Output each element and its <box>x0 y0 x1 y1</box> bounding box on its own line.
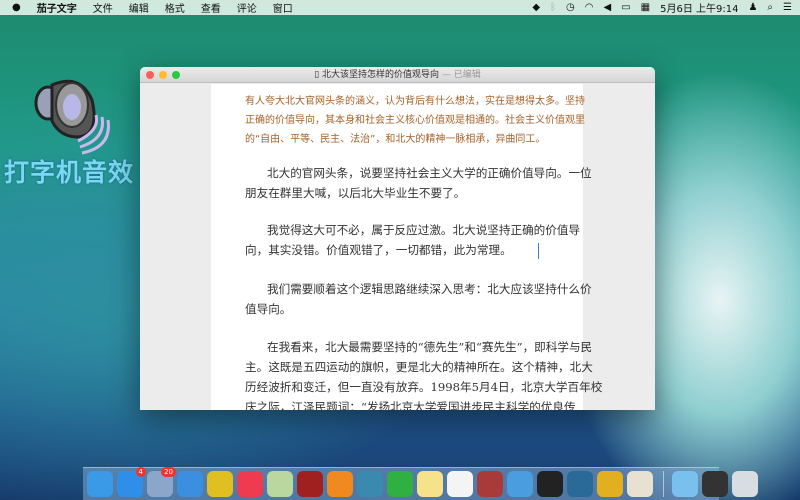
menu-bar: ● 茄子文字 文件 编辑 格式 查看 评论 窗口 ◆ ᛒ ◷ ◠ ◀ ▭ ▦ 5… <box>0 0 800 15</box>
dock-reminders-icon[interactable] <box>447 471 473 497</box>
text-line: 朋友在群里大喊，以后北大毕业生不要了。 <box>245 186 466 200</box>
menu-edit[interactable]: 编辑 <box>121 0 157 15</box>
dock-safari-icon[interactable] <box>177 471 203 497</box>
dock-dictionary-icon[interactable] <box>477 471 503 497</box>
evernote-icon[interactable]: ◆ <box>532 2 540 13</box>
paragraph: 在我看来，北大最需要坚持的“德先生”和“赛先生”，即科学与民 主。这既是五四运动… <box>245 337 603 410</box>
dock-evernote-icon[interactable] <box>387 471 413 497</box>
dock-stacks-icon[interactable] <box>702 471 728 497</box>
text-line: 值导向。 <box>245 302 292 316</box>
text-line: 正确的价值导向，其本身和社会主义核心价值观是相通的。社会主义价值观里 <box>245 115 585 126</box>
dock-xcode-icon[interactable] <box>507 471 533 497</box>
dock-terminal-icon[interactable] <box>537 471 563 497</box>
text-line: 在我看来，北大最需要坚持的“德先生”和“赛先生”，即科学与民 <box>267 340 593 354</box>
text-line: 我们需要顺着这个逻辑思路继续深入思考：北大应该坚持什么价 <box>267 282 592 296</box>
dock-maps-icon[interactable] <box>267 471 293 497</box>
title-bar[interactable]: ▯ 北大该坚持怎样的价值观导向 — 已编辑 <box>140 67 655 83</box>
dock-trash-icon[interactable] <box>732 471 758 497</box>
menu-file[interactable]: 文件 <box>85 0 121 15</box>
wifi-icon[interactable]: ◠ <box>585 2 594 13</box>
text-line: 庆之际，江泽民题词：“发扬北京大学爱国进步民主科学的优良传 <box>245 400 576 410</box>
bluetooth-icon[interactable]: ᛒ <box>550 2 556 13</box>
dock-script-editor-icon[interactable] <box>627 471 653 497</box>
menu-app[interactable]: 茄子文字 <box>29 0 85 15</box>
user-icon[interactable]: ♟ <box>748 2 757 13</box>
dock-finder-icon[interactable] <box>87 471 113 497</box>
document-icon: ▯ <box>314 70 323 80</box>
menu-view[interactable]: 查看 <box>193 0 229 15</box>
dock-itunes-icon[interactable] <box>237 471 263 497</box>
time-machine-icon[interactable]: ◷ <box>566 2 575 13</box>
menu-window[interactable]: 窗口 <box>265 0 301 15</box>
typewriter-sound-label[interactable]: 打字机音效 <box>4 153 134 189</box>
edited-status: — 已编辑 <box>441 70 481 80</box>
text-line: 北大的官网头条，说要坚持社会主义大学的正确价值导向。一位 <box>267 166 592 180</box>
notification-center-icon[interactable]: ☰ <box>783 2 792 13</box>
dock-ibooks-icon[interactable] <box>327 471 353 497</box>
text-line: 主。这既是五四运动的旗帜，更是北大的精神所在。这个精神，北大 <box>245 360 593 374</box>
paragraph: 北大的官网头条，说要坚持社会主义大学的正确价值导向。一位 朋友在群里大喊，以后北… <box>245 163 592 203</box>
menu-format[interactable]: 格式 <box>157 0 193 15</box>
dock-downloads-folder-icon[interactable] <box>672 471 698 497</box>
text-cursor <box>537 243 539 259</box>
battery-icon[interactable]: ▭ <box>621 2 630 13</box>
dock-chrome-icon[interactable] <box>597 471 623 497</box>
dock-qq-music-icon[interactable] <box>207 471 233 497</box>
volume-icon[interactable]: ◀ <box>603 2 611 13</box>
spotlight-icon[interactable]: ⌕ <box>767 2 773 13</box>
dock-sourcetree-icon[interactable] <box>567 471 593 497</box>
document-window: ▯ 北大该坚持怎样的价值观导向 — 已编辑 有人夸大北大官网头条的涵义，认为背后… <box>140 67 655 410</box>
text-line: 向，其实没错。价值观错了，一切都错，此为常理。 <box>245 243 512 257</box>
menu-comment[interactable]: 评论 <box>229 0 265 15</box>
dock-app-store-icon[interactable]: 4 <box>117 467 146 497</box>
quote-paragraph: 有人夸大北大官网头条的涵义，认为背后有什么想法，实在是想得太多。坚持 正确的价值… <box>245 92 585 149</box>
dock: 4 20 <box>83 467 758 500</box>
dock-iphoto-icon[interactable] <box>357 471 383 497</box>
apple-menu-icon[interactable]: ● <box>0 2 29 13</box>
window-title: 北大该坚持怎样的价值观导向 <box>322 70 440 80</box>
notification-badge: 4 <box>135 467 146 477</box>
dock-photo-booth-icon[interactable] <box>297 471 323 497</box>
dock-notes-icon[interactable] <box>417 471 443 497</box>
paragraph: 我觉得这大可不必，属于反应过激。北大说坚持正确的价值导 向，其实没错。价值观错了… <box>245 220 581 260</box>
text-line: 历经波折和变迁，但一直没有放弃。1998年5月4日，北京大学百年校 <box>245 380 603 394</box>
notification-badge: 20 <box>161 467 176 477</box>
text-line: 有人夸大北大官网头条的涵义，认为背后有什么想法，实在是想得太多。坚持 <box>245 96 585 107</box>
dock-separator <box>663 471 664 497</box>
close-button[interactable] <box>146 71 154 79</box>
clock[interactable]: 5月6日 上午9:14 <box>660 0 738 15</box>
minimize-button[interactable] <box>159 71 167 79</box>
text-line: 我觉得这大可不必，属于反应过激。北大说坚持正确的价值导 <box>267 223 581 237</box>
document-page[interactable]: 有人夸大北大官网头条的涵义，认为背后有什么想法，实在是想得太多。坚持 正确的价值… <box>211 84 603 410</box>
text-line: 的“自由、平等、民主、法治”，和北大的精神一脉相承，异曲同工。 <box>245 134 546 145</box>
input-method-icon[interactable]: ▦ <box>641 2 650 13</box>
paragraph: 我们需要顺着这个逻辑思路继续深入思考：北大应该坚持什么价 值导向。 <box>245 279 592 319</box>
dock-preview-icon[interactable]: 20 <box>147 467 176 497</box>
zoom-button[interactable] <box>172 71 180 79</box>
